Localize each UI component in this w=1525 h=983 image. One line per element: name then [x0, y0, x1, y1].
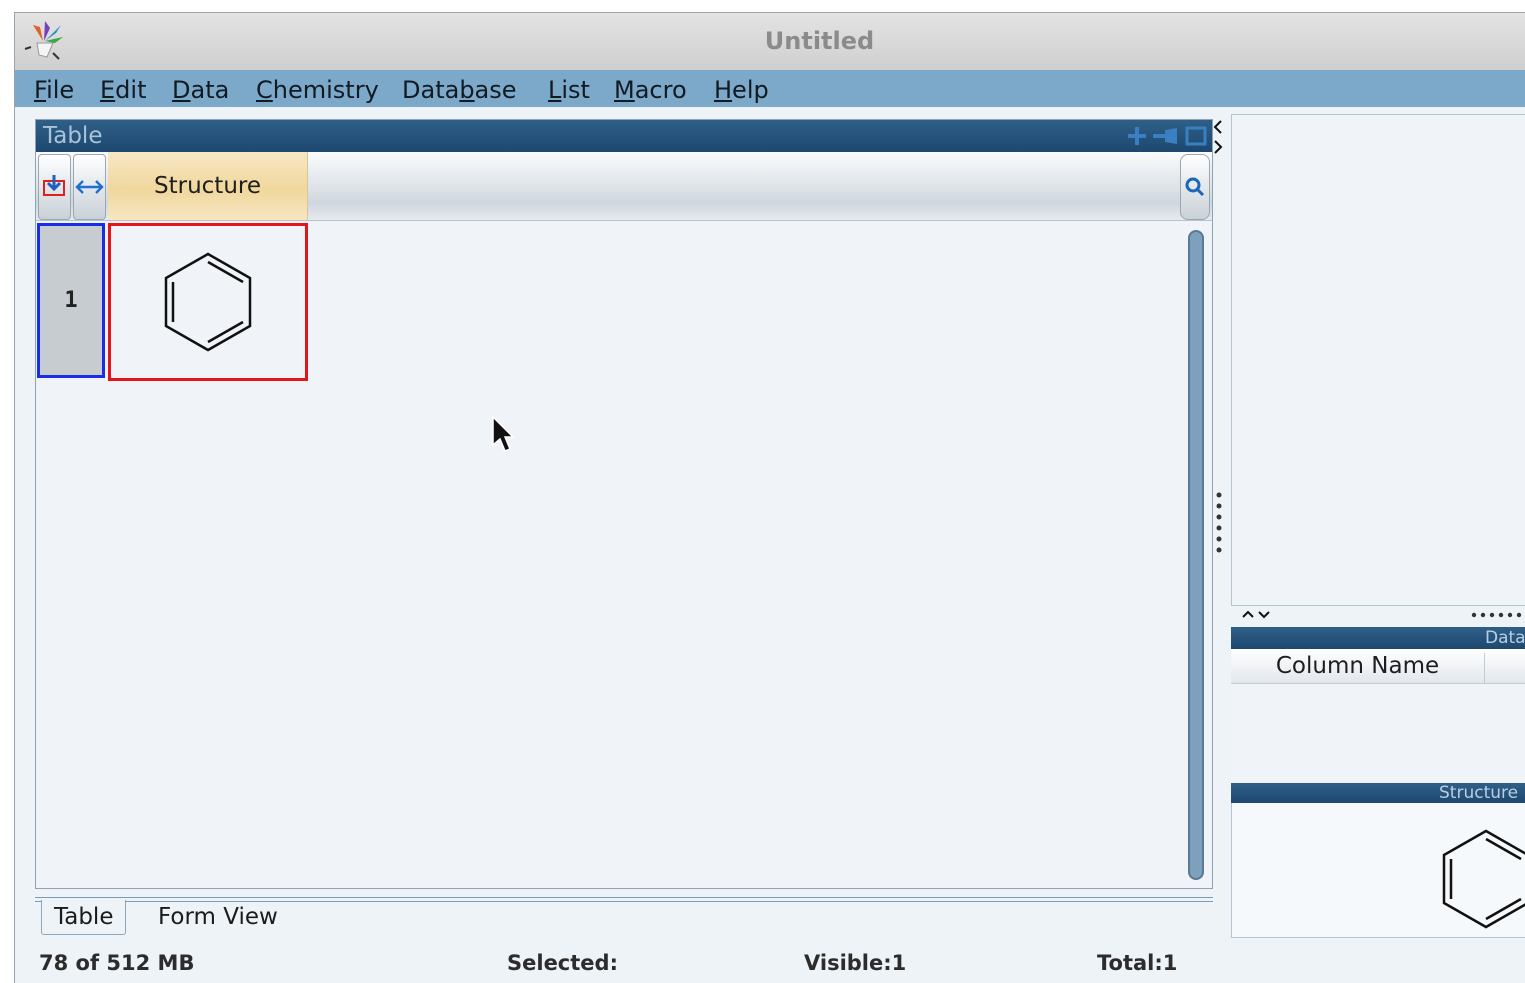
data-panel-body	[1231, 684, 1525, 784]
search-icon	[1185, 177, 1205, 197]
memory-usage: 78 of 512 MB	[39, 951, 195, 975]
menu-data-label: ata	[190, 76, 230, 104]
download-icon	[43, 175, 65, 196]
structure-panel-header[interactable]: Structure	[1231, 783, 1525, 803]
structure-cell-1[interactable]	[108, 223, 308, 381]
splitter-grip-icon[interactable]	[1215, 491, 1223, 557]
menu-macro-mnemonic: M	[614, 76, 635, 104]
structure-panel-title: Structure	[1439, 783, 1519, 803]
window-title: Untitled	[764, 27, 875, 55]
menu-database-label: ase	[474, 76, 517, 104]
row-number-1[interactable]: 1	[37, 223, 105, 378]
vertical-scrollbar[interactable]	[1188, 230, 1204, 880]
maximize-icon[interactable]	[1184, 124, 1208, 148]
menu-macro-label: acro	[634, 76, 687, 104]
structure-preview-panel	[1231, 803, 1525, 938]
add-view-icon[interactable]	[1126, 124, 1148, 148]
menu-data-mnemonic: D	[172, 76, 191, 104]
menu-edit-label: dit	[115, 76, 147, 104]
menu-macro[interactable]: Macro	[614, 76, 687, 104]
table-pane-header[interactable]: Table	[36, 120, 1212, 152]
menu-bar: File Edit Data Chemistry Database List M…	[15, 70, 1525, 107]
table-pane-title: Table	[43, 123, 103, 149]
menu-chemistry[interactable]: Chemistry	[256, 76, 379, 104]
right-view-panel	[1231, 114, 1525, 606]
title-bar[interactable]: Untitled	[15, 13, 1525, 71]
pin-icon[interactable]	[1151, 124, 1181, 148]
menu-database-mnemonic: b	[459, 76, 475, 104]
selected-count: Selected:	[507, 951, 618, 975]
menu-database[interactable]: Database	[402, 76, 517, 104]
visible-count: Visible:1	[804, 951, 907, 975]
table-header-strip: Structure	[36, 152, 1212, 221]
table-pane: Table Structure 1	[35, 119, 1213, 889]
tab-form-view[interactable]: Form View	[158, 900, 278, 934]
data-panel-title: Data	[1485, 628, 1525, 648]
horizontal-resize-icon	[75, 180, 104, 194]
app-window: Untitled File Edit Data Chemistry Databa…	[14, 12, 1525, 983]
benzene-structure-icon	[164, 252, 252, 352]
menu-list-mnemonic: L	[548, 76, 562, 104]
menu-chemistry-label: hemistry	[272, 76, 379, 104]
tab-table[interactable]: Table	[41, 900, 127, 935]
panel-order-controls[interactable]	[1240, 609, 1525, 623]
column-name-header[interactable]: Column Name	[1231, 653, 1485, 683]
menu-help[interactable]: Help	[714, 76, 769, 104]
menu-help-mnemonic: H	[714, 76, 733, 104]
menu-file-mnemonic: F	[34, 76, 47, 104]
menu-data[interactable]: Data	[172, 76, 229, 104]
menu-file-label: ile	[46, 76, 75, 104]
menu-list-label: ist	[561, 76, 590, 104]
row-selection-button[interactable]	[38, 154, 71, 220]
total-count: Total:1	[1097, 951, 1178, 975]
menu-edit[interactable]: Edit	[100, 76, 146, 104]
menu-help-label: elp	[732, 76, 769, 104]
menu-edit-mnemonic: E	[100, 76, 116, 104]
column-width-button[interactable]	[73, 154, 106, 220]
menu-list[interactable]: List	[548, 76, 590, 104]
mouse-cursor-icon	[492, 415, 515, 452]
pane-tools	[1126, 124, 1208, 148]
menu-file[interactable]: File	[34, 76, 74, 104]
data-panel-header[interactable]: Data	[1231, 627, 1525, 649]
menu-chemistry-mnemonic: C	[256, 76, 273, 104]
data-column-header: Column Name	[1231, 649, 1525, 684]
column-header-structure[interactable]: Structure	[108, 152, 308, 220]
table-search-button[interactable]	[1180, 154, 1210, 220]
menu-database-label-pre: Data	[402, 76, 460, 104]
benzene-preview-icon	[1442, 829, 1525, 929]
collapse-expand-arrows-icon[interactable]	[1211, 115, 1225, 159]
